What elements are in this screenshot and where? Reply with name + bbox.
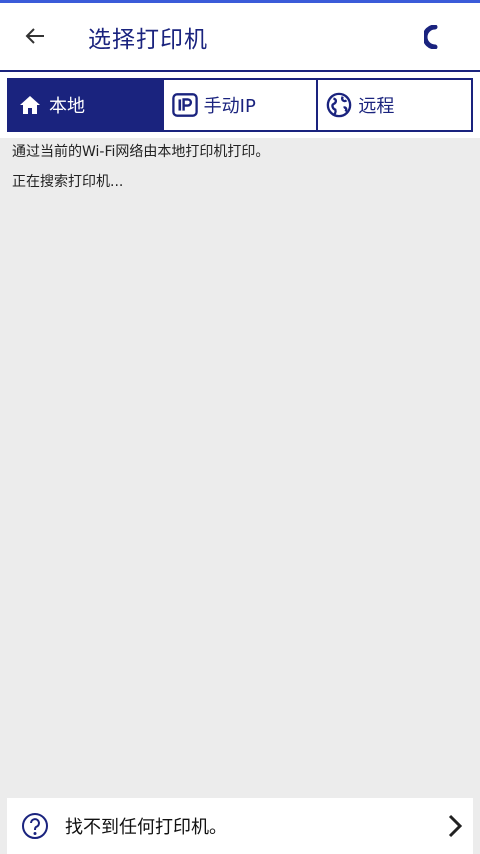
- tab-manual-ip-label: 手动IP: [203, 96, 256, 117]
- help-label: 找不到任何打印机。: [65, 817, 227, 838]
- arrow-left-icon: [25, 28, 44, 44]
- page-title: 选择打印机: [88, 27, 208, 53]
- tab-remote-label: 远程: [358, 96, 395, 117]
- ip-icon: [171, 92, 198, 118]
- description-text: 通过当前的Wi-Fi网络由本地打印机打印。: [12, 144, 270, 160]
- tab-local-label: 本地: [49, 96, 85, 117]
- tab-local[interactable]: 本地: [7, 78, 164, 132]
- tab-bar: 本地 手动IP 远程: [0, 72, 480, 138]
- back-button[interactable]: [18, 19, 52, 53]
- chevron-right-icon: [448, 814, 463, 838]
- loading-spinner-icon: [424, 25, 438, 49]
- tab-remote[interactable]: 远程: [318, 78, 474, 132]
- searching-status-text: 正在搜索打印机...: [12, 174, 124, 190]
- printer-not-found-help[interactable]: 找不到任何打印机。: [7, 798, 473, 854]
- home-icon: [17, 92, 43, 118]
- globe-icon: [326, 92, 352, 118]
- app-header: 选择打印机: [0, 3, 480, 72]
- help-icon: [22, 813, 48, 839]
- tab-manual-ip[interactable]: 手动IP: [163, 78, 319, 132]
